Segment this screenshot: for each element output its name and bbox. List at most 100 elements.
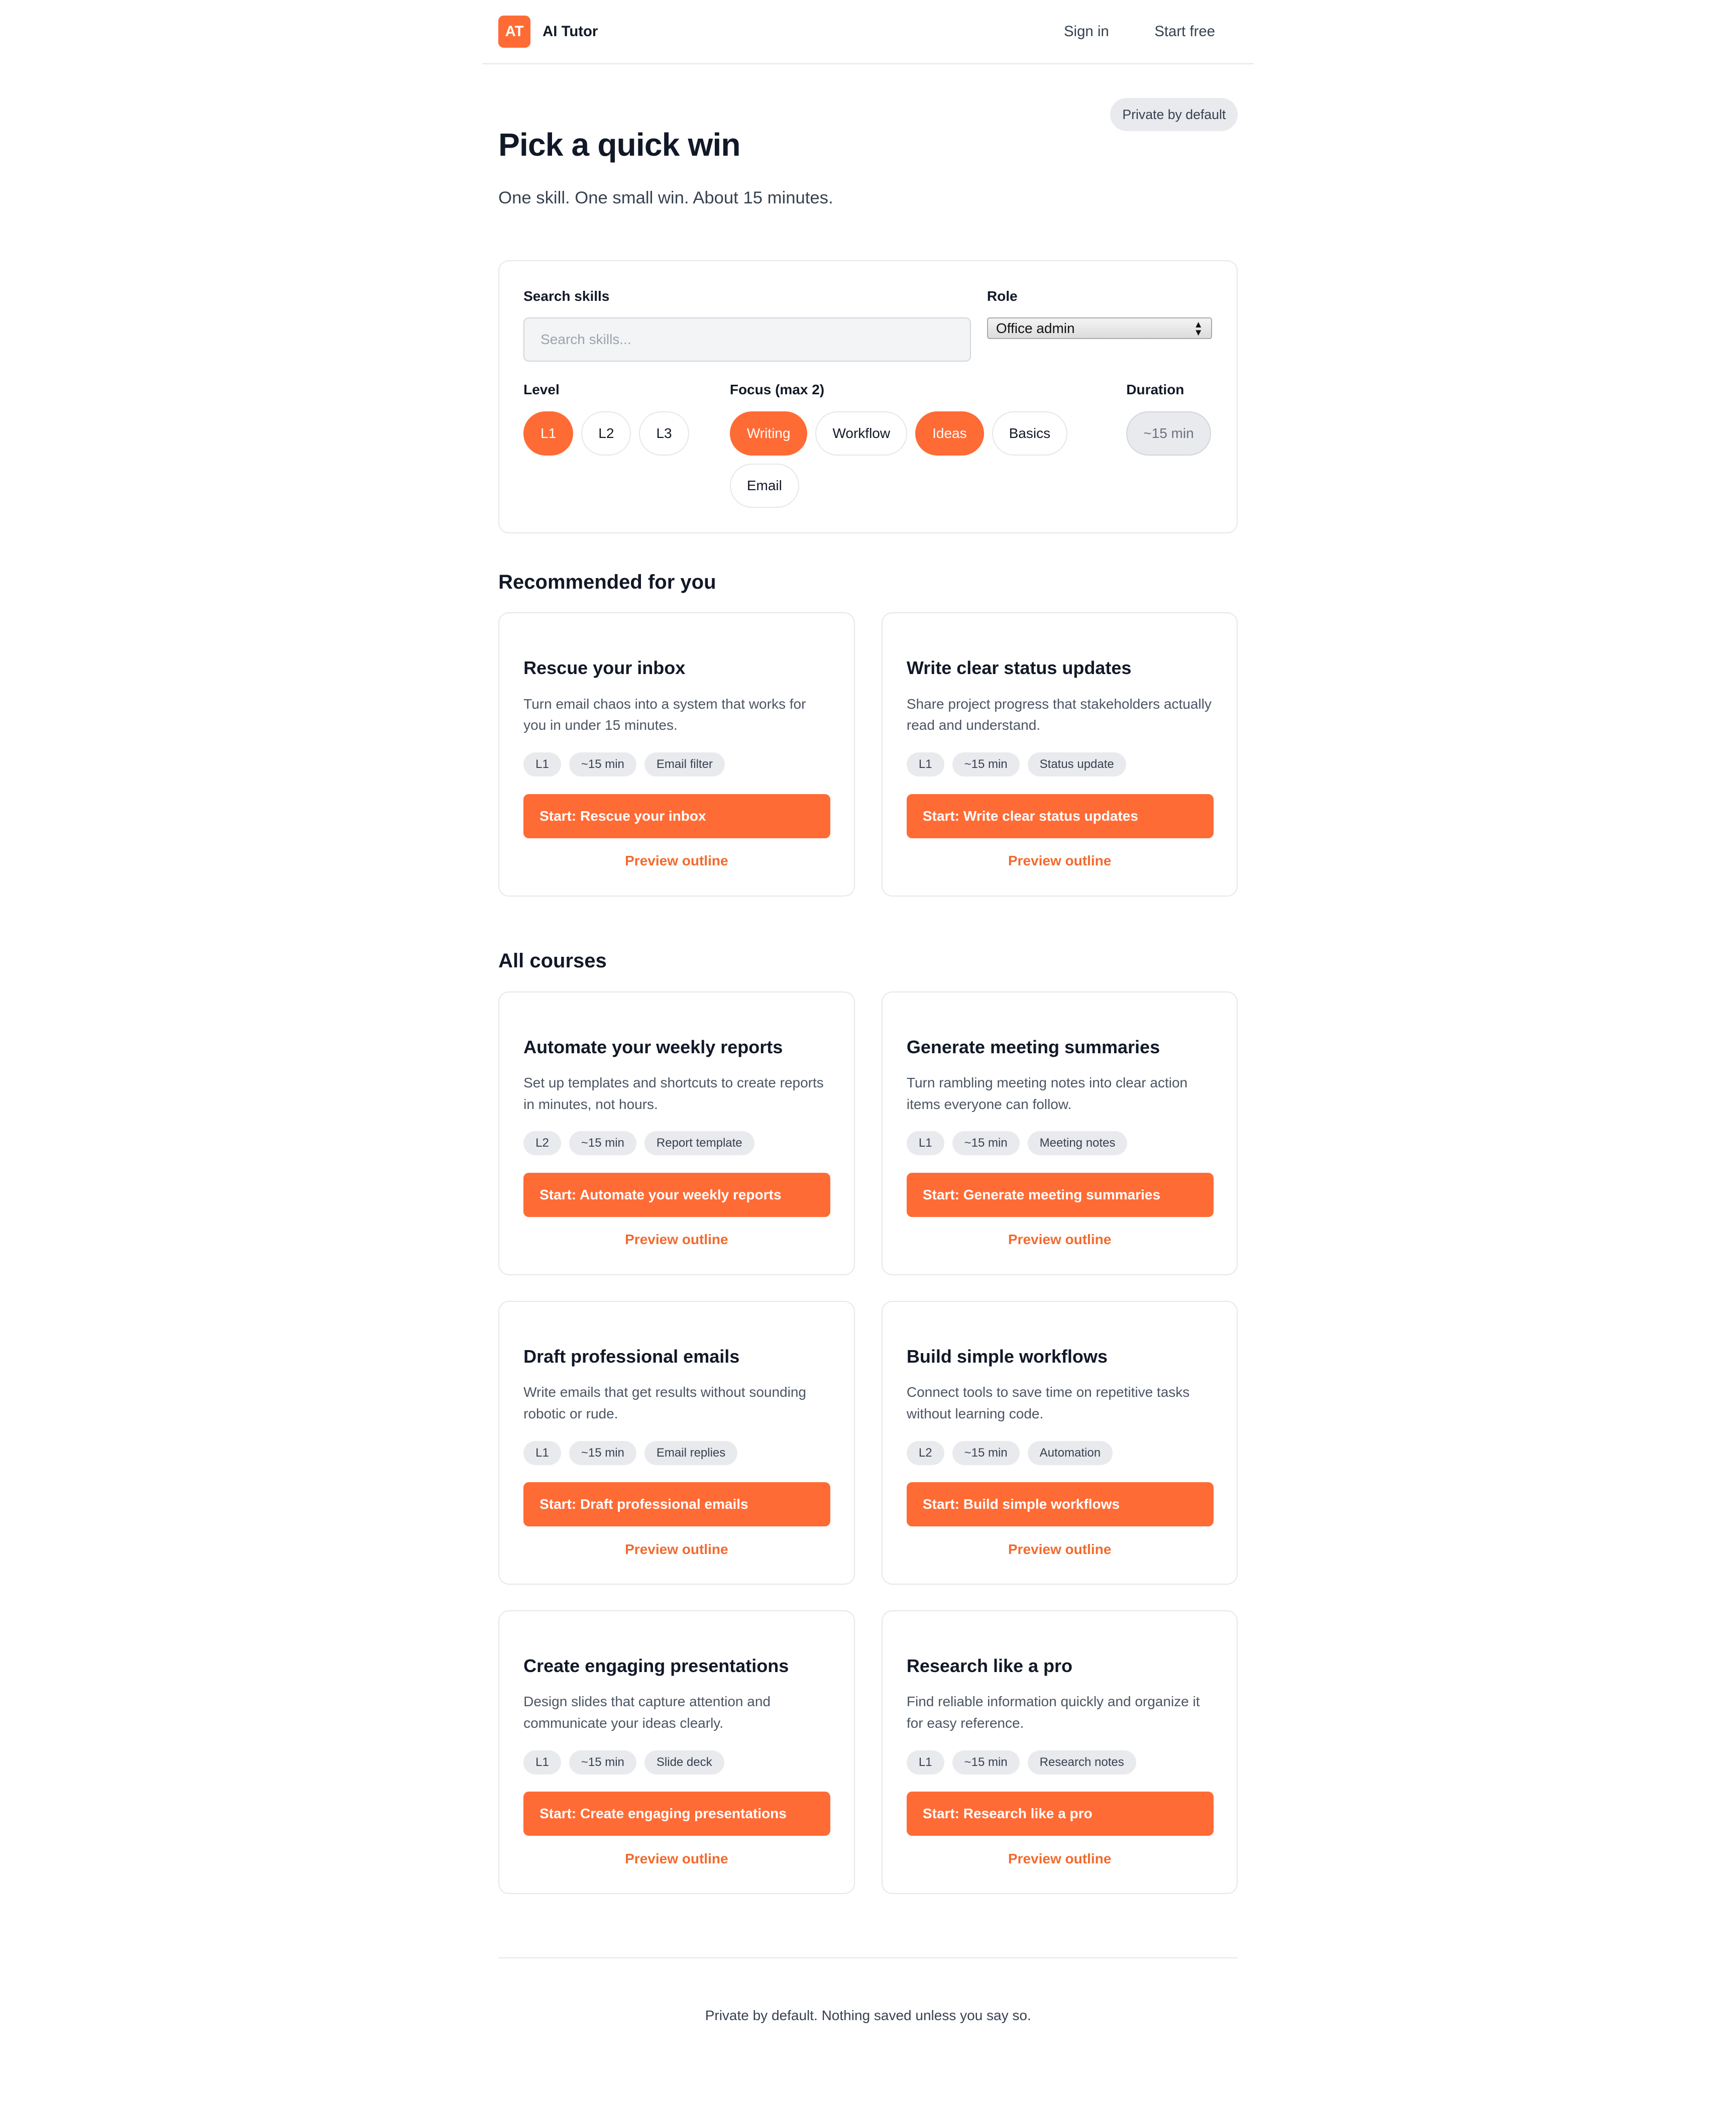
course-description: Share project progress that stakeholders…: [906, 696, 1212, 733]
level-group: Level L1 L2 L3: [523, 382, 689, 456]
course-tag: Meeting notes: [1027, 1131, 1128, 1156]
course-tags: L1 ~15 min Email replies: [523, 1440, 829, 1465]
course-description: Design slides that capture attention and…: [523, 1694, 771, 1731]
course-tag: ~15 min: [569, 752, 636, 777]
course-title: Research like a pro: [906, 1655, 1073, 1676]
search-input[interactable]: [523, 317, 971, 362]
course-tag: ~15 min: [952, 1440, 1020, 1465]
course-tag: L2: [523, 1131, 561, 1156]
logo-badge[interactable]: AT: [498, 16, 531, 48]
preview-outline-link[interactable]: Preview outline: [907, 1851, 1213, 1867]
focus-chip[interactable]: Ideas: [915, 411, 984, 456]
focus-chips: Writing Workflow Ideas Basics Email: [729, 411, 1092, 508]
course-tag: L1: [523, 1750, 561, 1775]
start-course-button[interactable]: Start: Build simple workflows: [906, 1482, 1214, 1527]
start-course-button[interactable]: Start: Create engaging presentations: [523, 1792, 830, 1836]
course-card: Create engaging presentations Design slid…: [498, 1610, 855, 1895]
level-label: Level: [523, 382, 560, 398]
level-chips: L1 L2 L3: [523, 411, 689, 456]
course-tag: L1: [906, 1131, 944, 1156]
focus-chip[interactable]: Basics: [992, 411, 1068, 456]
duration-chip[interactable]: ~15 min: [1126, 411, 1211, 456]
role-label: Role: [987, 288, 1018, 304]
role-select[interactable]: Office admin ▲ ▼: [987, 317, 1212, 340]
course-tag: ~15 min: [952, 752, 1020, 777]
focus-label: Focus (max 2): [729, 382, 825, 398]
recommended-heading: Recommended for you: [498, 571, 716, 594]
preview-outline-link[interactable]: Preview outline: [907, 1541, 1213, 1558]
focus-chip[interactable]: Writing: [729, 411, 808, 456]
all-courses-heading: All courses: [498, 950, 607, 972]
course-card: Generate meeting summaries Turn rambling …: [881, 991, 1238, 1276]
privacy-badge: Private by default: [1110, 97, 1238, 132]
header-actions: Sign in Start free: [1041, 15, 1238, 48]
course-tag: L1: [906, 1750, 944, 1775]
role-group: Role Office admin ▲ ▼: [987, 288, 1212, 340]
footer: Private by default. Nothing saved unless…: [498, 1957, 1238, 2024]
course-tag: Slide deck: [644, 1750, 724, 1775]
course-tag: Status update: [1027, 752, 1126, 777]
course-tags: L1 ~15 min Email filter: [523, 752, 829, 777]
course-tags: L2 ~15 min Automation: [906, 1440, 1213, 1465]
course-description: Find reliable information quickly and or…: [906, 1694, 1200, 1731]
course-description: Connect tools to save time on repetitive…: [906, 1384, 1190, 1421]
course-tags: L2 ~15 min Report template: [523, 1131, 829, 1156]
sign-in-link[interactable]: Sign in: [1041, 15, 1132, 48]
course-tag: L2: [906, 1440, 944, 1465]
course-description: Set up templates and shortcuts to create…: [523, 1075, 824, 1112]
course-tag: ~15 min: [569, 1440, 636, 1465]
level-chip[interactable]: L3: [639, 411, 689, 456]
course-description: Turn rambling meeting notes into clear a…: [906, 1075, 1188, 1112]
start-course-button[interactable]: Start: Write clear status updates: [906, 794, 1214, 838]
course-tag: ~15 min: [569, 1750, 636, 1775]
course-card: Rescue your inbox Turn email chaos into a…: [498, 612, 855, 897]
filter-panel: Search skills Role Office admin ▲▼ Level…: [498, 260, 1238, 534]
course-title: Automate your weekly reports: [523, 1036, 783, 1057]
preview-outline-link[interactable]: Preview outline: [907, 1232, 1213, 1248]
course-tag: ~15 min: [952, 1750, 1020, 1775]
search-label: Search skills: [523, 288, 610, 304]
course-tag: ~15 min: [569, 1131, 636, 1156]
start-course-button[interactable]: Start: Rescue your inbox: [523, 794, 830, 838]
course-card: Research like a pro Find reliable informa…: [881, 1610, 1238, 1895]
course-tag: Email filter: [644, 752, 725, 777]
focus-chip[interactable]: Workflow: [815, 411, 908, 456]
start-course-button[interactable]: Start: Generate meeting summaries: [906, 1173, 1214, 1217]
course-card: Automate your weekly reports Set up templ…: [498, 991, 855, 1276]
preview-outline-link[interactable]: Preview outline: [523, 853, 829, 869]
preview-outline-link[interactable]: Preview outline: [523, 1541, 829, 1558]
course-title: Build simple workflows: [906, 1346, 1108, 1367]
select-arrows-icon: ▲ ▼: [1194, 318, 1203, 338]
start-course-button[interactable]: Start: Draft professional emails: [523, 1482, 830, 1527]
brand-name[interactable]: AI Tutor: [542, 23, 598, 40]
start-free-link[interactable]: Start free: [1132, 15, 1238, 48]
recommended-grid: Rescue your inbox Turn email chaos into a…: [498, 612, 1238, 897]
duration-chips: ~15 min: [1126, 411, 1211, 456]
footer-text: Private by default. Nothing saved unless…: [705, 2008, 1031, 2024]
preview-outline-link[interactable]: Preview outline: [523, 1851, 829, 1867]
page-subtitle: One skill. One small win. About 15 minut…: [498, 188, 833, 208]
course-tags: L1 ~15 min Research notes: [906, 1750, 1213, 1775]
start-course-button[interactable]: Start: Research like a pro: [906, 1792, 1214, 1836]
start-course-button[interactable]: Start: Automate your weekly reports: [523, 1173, 830, 1217]
course-tag: L1: [906, 752, 944, 777]
course-card: Build simple workflows Connect tools to s…: [881, 1300, 1238, 1585]
course-title: Generate meeting summaries: [906, 1036, 1160, 1057]
course-tag: ~15 min: [952, 1131, 1020, 1156]
preview-outline-link[interactable]: Preview outline: [523, 1232, 829, 1248]
course-title: Rescue your inbox: [523, 657, 686, 679]
level-chip[interactable]: L2: [581, 411, 631, 456]
course-tag: Email replies: [644, 1440, 738, 1465]
preview-outline-link[interactable]: Preview outline: [907, 853, 1213, 869]
page: AT AI Tutor Sign in Start free Private b…: [0, 0, 1736, 2106]
level-chip[interactable]: L1: [523, 411, 574, 456]
course-tag: Automation: [1027, 1440, 1113, 1465]
course-tags: L1 ~15 min Meeting notes: [906, 1131, 1213, 1156]
course-tags: L1 ~15 min Slide deck: [523, 1750, 829, 1775]
course-card: Write clear status updates Share project …: [881, 612, 1238, 897]
focus-chip[interactable]: Email: [729, 464, 799, 508]
course-description: Write emails that get results without so…: [523, 1384, 806, 1421]
course-tag: L1: [523, 1440, 561, 1465]
course-tags: L1 ~15 min Status update: [906, 752, 1213, 777]
course-title: Draft professional emails: [523, 1346, 740, 1367]
